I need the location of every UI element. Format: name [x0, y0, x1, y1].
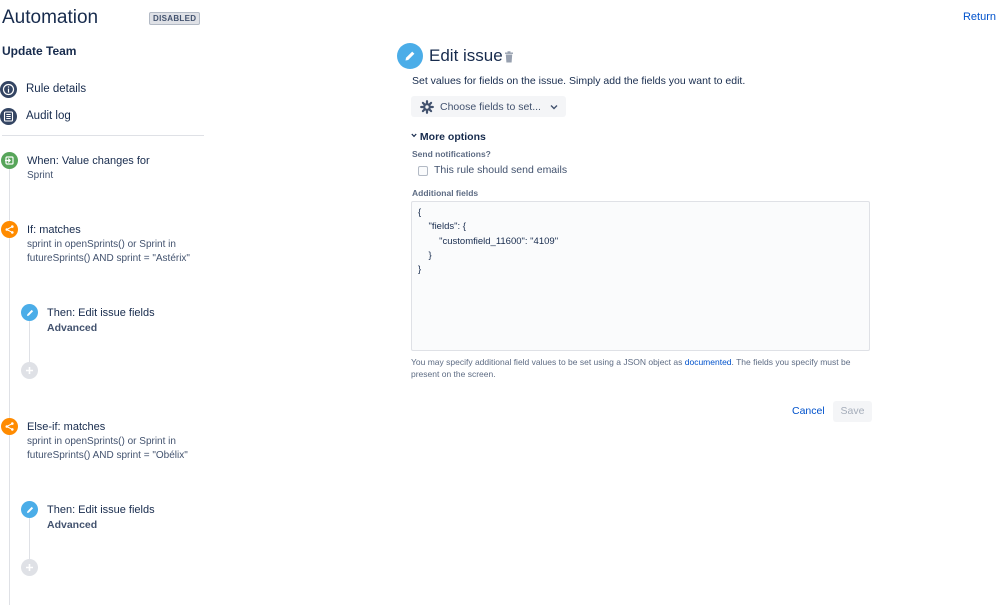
condition2-line2: futureSprints() AND sprint = "Obélix" — [27, 450, 188, 461]
action2-subtitle: Advanced — [47, 519, 98, 531]
help-text: You may specify additional field values … — [411, 356, 871, 380]
condition1-line1: sprint in openSprints() or Sprint in — [27, 239, 176, 250]
nav-divider — [2, 135, 204, 136]
action1-subtitle: Advanced — [47, 322, 98, 334]
condition2-title[interactable]: Else-if: matches — [27, 421, 105, 433]
nav-audit-log-label: Audit log — [26, 110, 71, 122]
info-icon — [0, 80, 17, 98]
action1-title[interactable]: Then: Edit issue fields — [47, 307, 155, 319]
nav-audit-log[interactable]: Audit log — [0, 107, 71, 125]
send-emails-label[interactable]: This rule should send emails — [434, 164, 567, 176]
app-title: Automation — [2, 7, 99, 28]
list-icon — [0, 107, 17, 125]
additional-fields-label: Additional fields — [412, 188, 479, 198]
nav-rule-details[interactable]: Rule details — [0, 80, 86, 98]
gear-icon — [420, 99, 434, 114]
save-button[interactable]: Save — [833, 401, 872, 422]
choose-fields-button[interactable]: Choose fields to set... — [411, 96, 566, 117]
trigger-subtitle: Sprint — [27, 170, 54, 181]
status-badge: DISABLED — [149, 12, 201, 25]
more-options-toggle[interactable]: More options — [411, 129, 486, 143]
condition2-line1: sprint in openSprints() or Sprint in — [27, 436, 176, 447]
rule-name: Update Team — [2, 44, 77, 58]
plus-icon[interactable] — [21, 362, 38, 379]
choose-fields-label: Choose fields to set... — [440, 100, 541, 113]
cancel-button[interactable]: Cancel — [786, 401, 831, 422]
trigger-icon[interactable] — [1, 152, 18, 169]
return-link[interactable]: Return — [963, 11, 996, 23]
send-notifications-label: Send notifications? — [412, 149, 491, 159]
action2-title[interactable]: Then: Edit issue fields — [47, 504, 155, 516]
chevron-down-icon — [411, 129, 417, 141]
trigger-title[interactable]: When: Value changes for — [27, 155, 150, 167]
chevron-down-icon — [550, 104, 558, 110]
plus-icon[interactable] — [21, 559, 38, 576]
edit-issue-icon — [397, 43, 423, 69]
branch-icon[interactable] — [1, 221, 18, 238]
pencil-icon[interactable] — [21, 304, 38, 321]
trash-icon[interactable] — [504, 50, 514, 68]
help-text-prefix: You may specify additional field values … — [411, 357, 685, 367]
additional-fields-editor[interactable]: { "fields": { "customfield_11600": "4109… — [411, 201, 870, 351]
branch-icon[interactable] — [1, 418, 18, 435]
nav-rule-details-label: Rule details — [26, 83, 87, 95]
pencil-icon[interactable] — [21, 501, 38, 518]
editor-description: Set values for fields on the issue. Simp… — [412, 75, 746, 87]
documented-link[interactable]: documented — [685, 357, 732, 367]
more-options-label: More options — [419, 131, 486, 143]
condition1-line2: futureSprints() AND sprint = "Astérix" — [27, 253, 190, 264]
send-emails-checkbox[interactable] — [418, 166, 428, 176]
condition1-title[interactable]: If: matches — [27, 224, 81, 236]
editor-title: Edit issue — [429, 46, 503, 65]
